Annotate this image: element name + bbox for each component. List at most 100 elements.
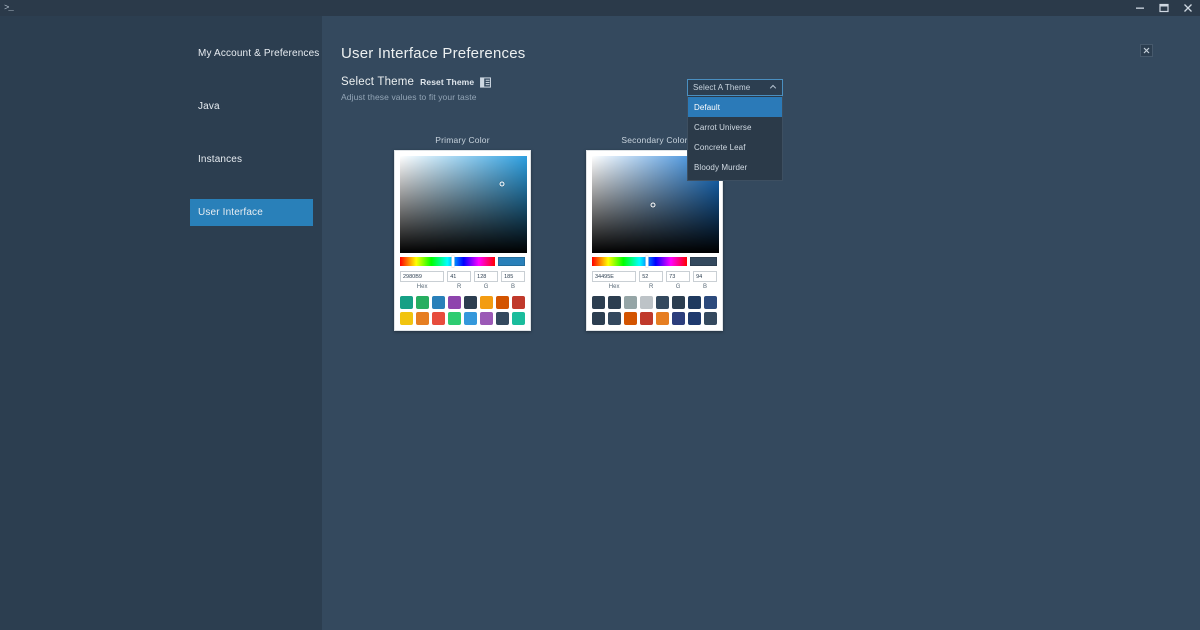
secondary-hex-input[interactable]: 34495E <box>592 271 637 282</box>
preset-swatch[interactable] <box>400 312 413 325</box>
sidebar-item-user-interface[interactable]: User Interface <box>190 199 313 226</box>
theme-option-concrete-leaf[interactable]: Concrete Leaf <box>688 137 782 157</box>
preset-swatch[interactable] <box>432 296 445 309</box>
primary-color-picker: Primary Color 2980B9 Hex 41 R 128 G 185 B <box>394 135 531 331</box>
preset-swatch[interactable] <box>496 312 509 325</box>
primary-b-input[interactable]: 185 <box>501 271 526 282</box>
preset-swatch[interactable] <box>688 296 701 309</box>
preset-swatch[interactable] <box>496 296 509 309</box>
preset-swatch[interactable] <box>464 312 477 325</box>
theme-option-label: Default <box>694 102 721 112</box>
secondary-b-field-group: 94 B <box>693 271 718 290</box>
secondary-hue-row <box>592 256 717 267</box>
preset-swatch[interactable] <box>400 296 413 309</box>
close-panel-button[interactable] <box>1140 44 1153 57</box>
secondary-value-fields: 34495E Hex 52 R 73 G 94 B <box>592 271 718 290</box>
theme-option-label: Bloody Murder <box>694 162 748 172</box>
secondary-sv-handle[interactable] <box>650 202 656 207</box>
primary-hue-slider[interactable] <box>400 256 495 267</box>
close-button[interactable] <box>1176 0 1200 16</box>
primary-hex-field-group: 2980B9 Hex <box>400 271 445 290</box>
section-subtitle: Adjust these values to fit your taste <box>341 92 477 102</box>
select-theme-heading: Select Theme Reset Theme <box>341 76 492 88</box>
primary-b-field-group: 185 B <box>501 271 526 290</box>
preset-swatch[interactable] <box>432 312 445 325</box>
terminal-prompt-icon: >_ <box>4 2 14 13</box>
preset-swatch[interactable] <box>624 296 637 309</box>
primary-value-fields: 2980B9 Hex 41 R 128 G 185 B <box>400 271 526 290</box>
preset-swatch[interactable] <box>608 312 621 325</box>
secondary-hex-field-group: 34495E Hex <box>592 271 637 290</box>
primary-g-field-group: 128 G <box>474 271 499 290</box>
primary-color-label: Primary Color <box>435 135 490 145</box>
secondary-hue-slider[interactable] <box>592 256 687 267</box>
window-controls <box>1128 0 1200 16</box>
preset-swatch[interactable] <box>704 296 717 309</box>
preset-swatch[interactable] <box>704 312 717 325</box>
minimize-button[interactable] <box>1128 0 1152 16</box>
panel-layout-icon[interactable] <box>480 76 492 88</box>
theme-option-label: Carrot Universe <box>694 122 752 132</box>
secondary-b-input[interactable]: 94 <box>693 271 718 282</box>
secondary-preset-swatches <box>592 296 717 325</box>
maximize-button[interactable] <box>1152 0 1176 16</box>
primary-saturation-value-area[interactable] <box>400 156 527 253</box>
preset-swatch[interactable] <box>480 296 493 309</box>
primary-b-label: B <box>511 284 516 290</box>
secondary-g-field-group: 73 G <box>666 271 691 290</box>
primary-hex-input[interactable]: 2980B9 <box>400 271 445 282</box>
primary-hue-row <box>400 256 525 267</box>
preset-swatch[interactable] <box>672 312 685 325</box>
secondary-hue-handle[interactable] <box>645 256 649 267</box>
preset-swatch[interactable] <box>464 296 477 309</box>
preset-swatch[interactable] <box>512 312 525 325</box>
primary-preset-swatches <box>400 296 525 325</box>
sidebar-item-instances[interactable]: Instances <box>190 146 313 173</box>
preset-swatch[interactable] <box>416 312 429 325</box>
theme-option-default[interactable]: Default <box>688 97 782 117</box>
theme-option-carrot-universe[interactable]: Carrot Universe <box>688 117 782 137</box>
secondary-hex-label: Hex <box>608 284 620 290</box>
preset-swatch[interactable] <box>416 296 429 309</box>
sidebar-item-label: User Interface <box>198 207 263 218</box>
preset-swatch[interactable] <box>624 312 637 325</box>
preset-swatch[interactable] <box>480 312 493 325</box>
reset-theme-button[interactable]: Reset Theme <box>420 77 474 87</box>
sidebar: My Account & Preferences Java Instances Use… <box>0 16 322 630</box>
primary-r-field-group: 41 R <box>447 271 472 290</box>
secondary-g-label: G <box>675 284 681 290</box>
preset-swatch[interactable] <box>656 312 669 325</box>
theme-option-bloody-murder[interactable]: Bloody Murder <box>688 157 782 177</box>
preset-swatch[interactable] <box>608 296 621 309</box>
primary-sv-handle[interactable] <box>499 181 505 187</box>
secondary-r-input[interactable]: 52 <box>639 271 664 282</box>
primary-r-input[interactable]: 41 <box>447 271 472 282</box>
preset-swatch[interactable] <box>592 296 605 309</box>
primary-preview-swatch <box>498 257 525 266</box>
preset-swatch[interactable] <box>672 296 685 309</box>
secondary-g-input[interactable]: 73 <box>666 271 691 282</box>
preset-swatch[interactable] <box>512 296 525 309</box>
sidebar-item-java[interactable]: Java <box>190 93 313 120</box>
sidebar-item-my-account-preferences[interactable]: My Account & Preferences <box>190 40 319 67</box>
preset-swatch[interactable] <box>640 312 653 325</box>
section-title: Select Theme <box>341 76 415 88</box>
preset-swatch[interactable] <box>640 296 653 309</box>
preset-swatch[interactable] <box>656 296 669 309</box>
primary-hue-handle[interactable] <box>451 256 455 267</box>
primary-picker-card: 2980B9 Hex 41 R 128 G 185 B <box>394 150 531 331</box>
sidebar-nav: My Account & Preferences Java Instances Use… <box>0 40 322 226</box>
titlebar-left: >_ <box>0 2 14 13</box>
preset-swatch[interactable] <box>688 312 701 325</box>
primary-g-input[interactable]: 128 <box>474 271 499 282</box>
secondary-b-label: B <box>703 284 708 290</box>
primary-r-label: R <box>457 284 462 290</box>
close-icon <box>1143 47 1150 54</box>
window-titlebar: >_ <box>0 0 1200 16</box>
preset-swatch[interactable] <box>448 296 461 309</box>
chevron-up-icon <box>769 83 777 93</box>
theme-dropdown-menu: Default Carrot Universe Concrete Leaf Blood… <box>687 96 783 181</box>
theme-dropdown-trigger[interactable]: Select A Theme <box>687 79 783 96</box>
preset-swatch[interactable] <box>448 312 461 325</box>
preset-swatch[interactable] <box>592 312 605 325</box>
